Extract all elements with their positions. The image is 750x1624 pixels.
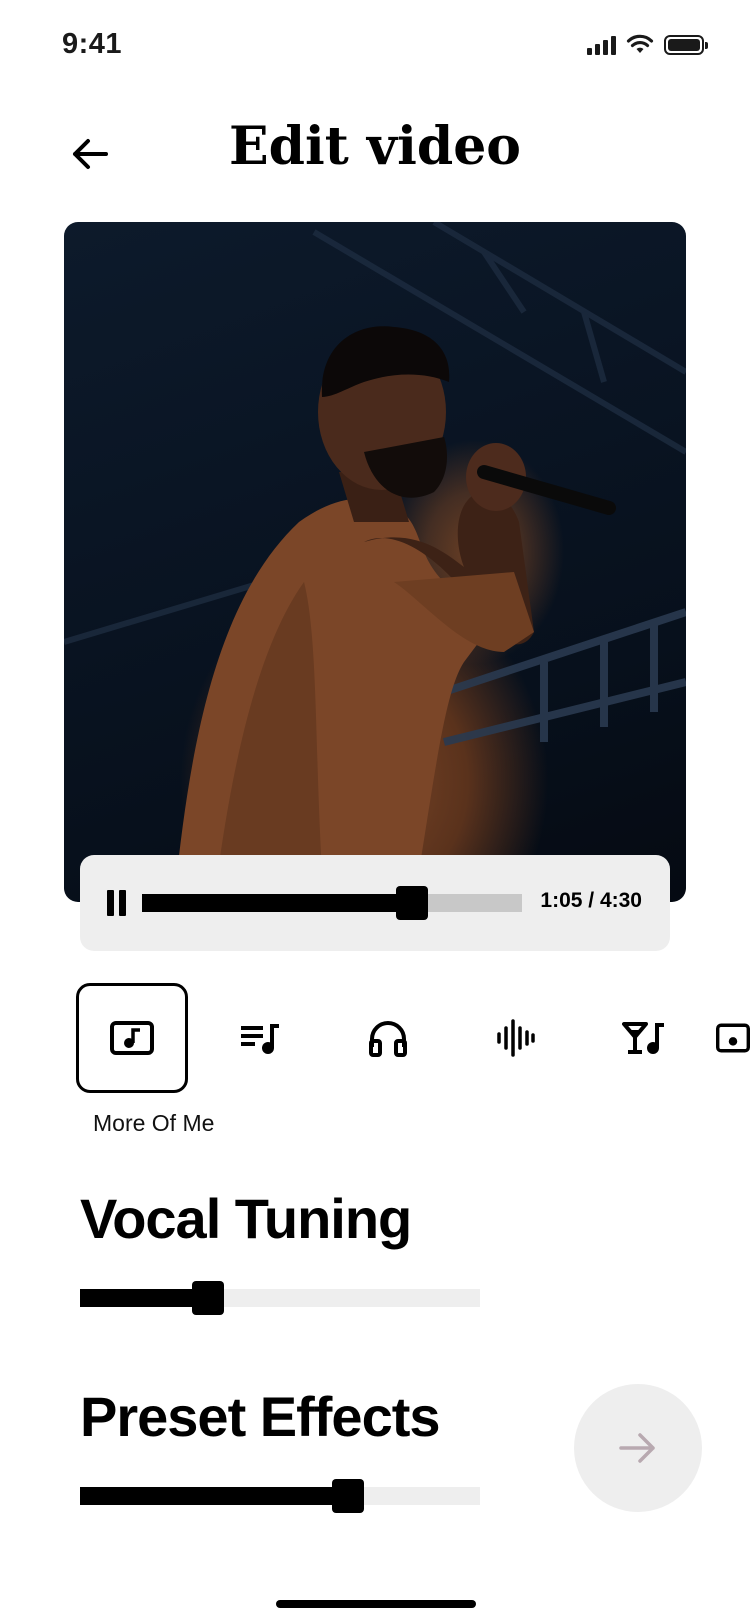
video-preview[interactable] [64,222,686,902]
waveform-icon [497,1019,535,1057]
preset-effects-handle[interactable] [332,1479,364,1513]
tool-waveform[interactable] [460,983,572,1093]
singer-illustration [64,222,686,902]
battery-icon [664,34,708,55]
music-note-square-icon [110,1021,154,1055]
playback-scrubber[interactable] [142,886,522,920]
preset-effects-fill [80,1487,348,1505]
preset-effects-slider[interactable] [80,1479,480,1513]
media-icon [716,1023,750,1053]
status-icons [587,34,708,55]
next-button[interactable] [574,1384,702,1512]
vocal-tuning-handle[interactable] [192,1281,224,1315]
pause-icon [107,890,114,916]
cocktail-music-icon [622,1022,664,1054]
arrow-right-icon [619,1433,655,1463]
headphones-icon [369,1021,407,1057]
home-indicator [276,1600,476,1608]
tool-media[interactable] [716,983,750,1093]
player-controls: 1:05 / 4:30 [80,855,670,951]
pause-button[interactable] [107,890,127,916]
playback-time: 1:05 / 4:30 [540,889,642,912]
playback-progress-fill [142,894,412,912]
vocal-tuning-fill [80,1289,208,1307]
tool-music-track[interactable] [76,983,188,1093]
tool-monitor[interactable] [332,983,444,1093]
playlist-icon [241,1024,279,1054]
selected-tool-label: More Of Me [93,1110,215,1136]
tool-playlist[interactable] [204,983,316,1093]
status-time: 9:41 [62,28,123,60]
preset-effects-title: Preset Effects [80,1385,441,1448]
playback-scrubber-handle[interactable] [395,886,428,920]
wifi-icon [626,34,654,53]
vocal-tuning-title: Vocal Tuning [80,1187,412,1250]
cellular-signal-icon [587,35,616,55]
page-title: Edit video [229,116,521,177]
tool-mix-effects[interactable] [588,983,700,1093]
vocal-tuning-slider[interactable] [80,1281,480,1315]
edit-video-screen: 9:41 Edit video 1:05 / 4:30 More Of Me V… [0,0,750,1624]
